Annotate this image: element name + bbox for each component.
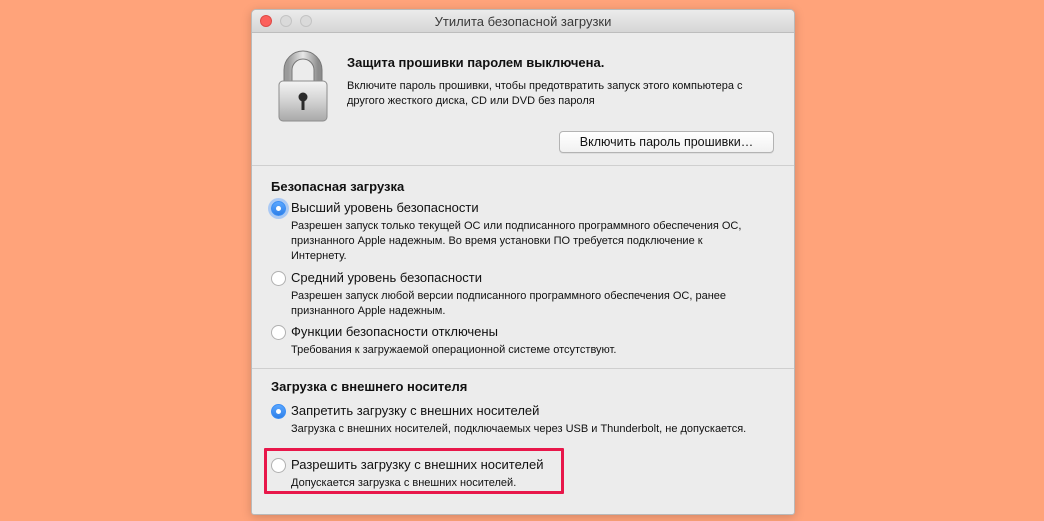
medium-security-radio[interactable] — [271, 271, 286, 286]
option-description: Разрешен запуск только текущей ОС или по… — [291, 220, 742, 262]
option-description: Разрешен запуск любой версии подписанног… — [291, 290, 727, 317]
highlight-box — [264, 448, 564, 494]
full-security-radio[interactable] — [271, 201, 286, 216]
option-label: Средний уровень безопасности — [291, 270, 483, 285]
option-description: Загрузка с внешних носителей, подключаем… — [291, 423, 747, 435]
lock-icon — [277, 49, 329, 128]
firmware-description: Включите пароль прошивки, чтобы предотвр… — [347, 80, 743, 107]
no-security-radio[interactable] — [271, 325, 286, 340]
firmware-password-section: Защита прошивки паролем выключена. Включ… — [252, 33, 794, 166]
option-label: Запретить загрузку с внешних носителей — [291, 403, 540, 418]
title-bar: Утилита безопасной загрузки — [252, 10, 794, 33]
option-label: Функции безопасности отключены — [291, 324, 498, 339]
startup-security-window: Утилита безопасной загрузки Защита проши… — [251, 9, 795, 515]
external-boot-title: Загрузка с внешнего носителя — [271, 379, 468, 394]
secure-boot-title: Безопасная загрузка — [271, 179, 405, 194]
firmware-status-title: Защита прошивки паролем выключена. — [347, 55, 605, 70]
window-title: Утилита безопасной загрузки — [434, 14, 612, 29]
option-description: Требования к загружаемой операционной си… — [291, 344, 617, 356]
option-label: Высший уровень безопасности — [291, 200, 479, 215]
secure-boot-section: Безопасная загрузка Высший уровень безоп… — [252, 166, 794, 369]
disallow-external-radio[interactable] — [271, 404, 286, 419]
enable-firmware-password-button[interactable]: Включить пароль прошивки… — [559, 131, 774, 153]
